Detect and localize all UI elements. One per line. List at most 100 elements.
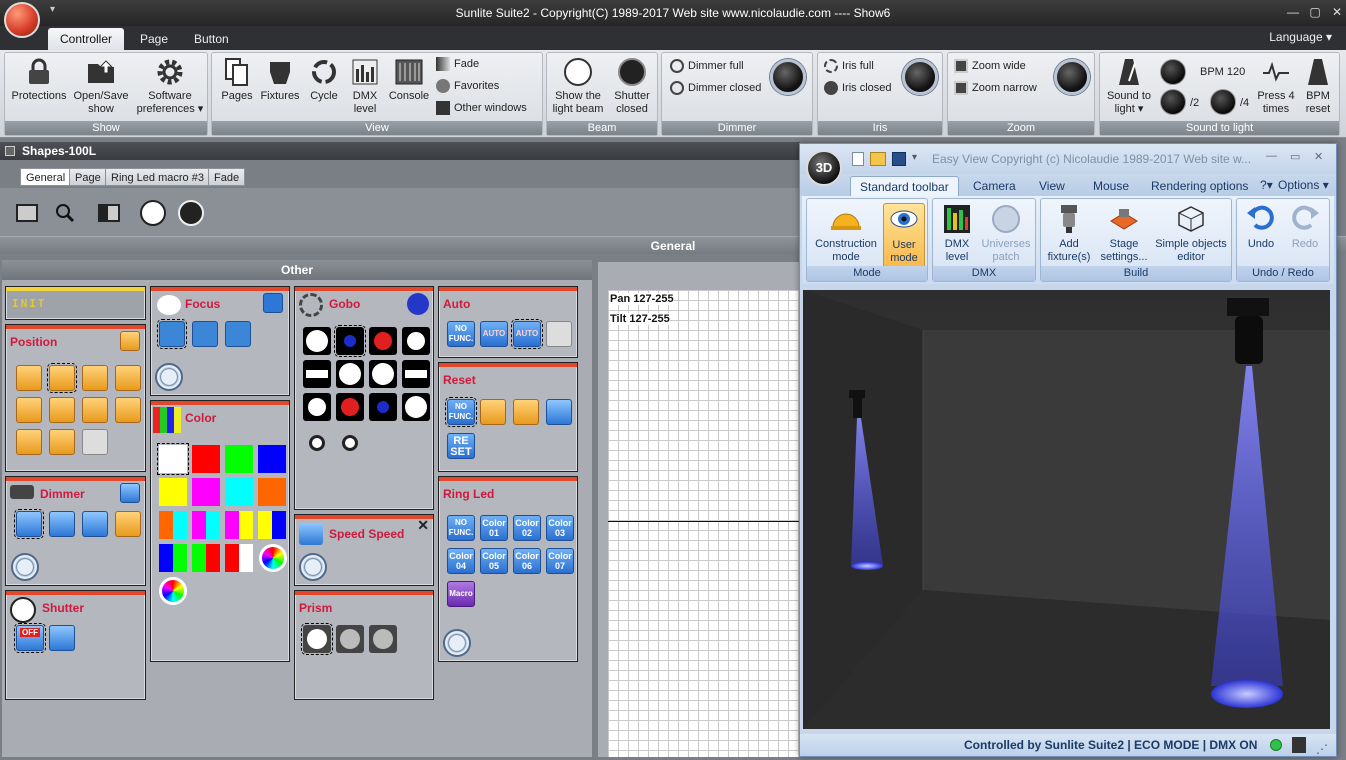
iris-knob[interactable] [902, 59, 938, 95]
quick-access-arrow[interactable]: ▾ [912, 152, 917, 163]
gobo-rotate-icon[interactable] [407, 293, 429, 315]
reset-tilt-icon[interactable] [513, 399, 539, 425]
prism-3b-icon[interactable] [369, 625, 397, 653]
gobo-pattern-icon[interactable] [402, 393, 430, 421]
easy-view-logo[interactable]: 3D [806, 150, 842, 186]
minimize-icon[interactable]: — [1266, 150, 1277, 162]
shutter-closed-button[interactable]: Shutter closed [607, 57, 657, 116]
close-icon[interactable]: ✕ [1314, 150, 1323, 163]
vertical-shape-icon[interactable] [16, 429, 42, 455]
tab-rendering-options[interactable]: Rendering options [1142, 176, 1257, 196]
center-shape-icon[interactable] [47, 363, 77, 393]
layout-icon[interactable] [94, 198, 124, 228]
color-swatch[interactable] [258, 478, 286, 506]
bpm-dot-button[interactable] [1160, 59, 1186, 85]
gobo-pattern-icon[interactable] [303, 393, 331, 421]
init-button[interactable]: INIT [12, 297, 47, 310]
protections-button[interactable]: Protections [9, 57, 69, 103]
dimmer-level-2-icon[interactable] [49, 511, 75, 537]
tab-standard-toolbar[interactable]: Standard toolbar [850, 176, 959, 196]
restore-icon[interactable]: ▭ [1290, 150, 1300, 163]
new-file-icon[interactable] [852, 152, 864, 166]
reset-all-button[interactable]: RE SET [447, 433, 475, 459]
universes-patch-button[interactable]: Universes patch [979, 203, 1033, 264]
gobo-pattern-icon[interactable] [336, 393, 364, 421]
simple-objects-editor-button[interactable]: Simple objects editor [1153, 203, 1229, 264]
gobo-shake-icon[interactable] [303, 429, 331, 457]
color-split-swatch[interactable] [192, 511, 220, 539]
favorites-button[interactable]: Favorites [436, 79, 499, 93]
ring-led-macro-button[interactable]: Macro [447, 581, 475, 607]
stage-settings-button[interactable]: Stage settings... [1097, 203, 1151, 264]
dmx-level-button[interactable]: DMX level [937, 203, 977, 264]
page-tab-ring-led-macro[interactable]: Ring Led macro #3 [105, 168, 210, 186]
search-icon[interactable] [50, 198, 80, 228]
ring-led-color-button[interactable]: Color 03 [546, 515, 574, 541]
s-shape-icon[interactable] [115, 365, 141, 391]
cycle-button[interactable]: Cycle [304, 57, 344, 103]
zoom-knob[interactable] [1054, 59, 1090, 95]
shutter-closed-small-button[interactable] [176, 198, 206, 228]
shutter-open-icon[interactable] [49, 625, 75, 651]
dimmer-knob[interactable] [770, 59, 806, 95]
color-swatch[interactable] [157, 443, 189, 475]
bpm-reset-button[interactable]: BPM reset [1298, 57, 1338, 116]
other-windows-button[interactable]: Other windows [436, 101, 527, 115]
position-star-icon[interactable] [120, 331, 140, 351]
color-split-swatch[interactable] [225, 511, 253, 539]
open-save-show-button[interactable]: Open/Save show [71, 57, 131, 116]
shutter-off-button[interactable]: OFF [14, 623, 46, 653]
dimmer-closed-button[interactable]: Dimmer closed [670, 81, 761, 95]
tab-button[interactable]: Button [182, 28, 241, 50]
horizontal-shape-icon[interactable] [82, 397, 108, 423]
auto-2-button[interactable]: AUTO [511, 319, 543, 349]
wave-shape-icon[interactable] [16, 397, 42, 423]
focus-dial[interactable] [155, 363, 183, 391]
pan-tilt-grid[interactable] [608, 290, 800, 757]
color-split-swatch[interactable] [192, 544, 220, 572]
close-icon[interactable]: ✕ [1326, 3, 1346, 21]
dimmer-strobe-icon[interactable] [115, 511, 141, 537]
options-menu[interactable]: Options ▾ [1278, 178, 1329, 192]
tab-page[interactable]: Page [128, 28, 180, 50]
page-tab-page[interactable]: Page [69, 168, 107, 186]
tab-camera[interactable]: Camera [964, 176, 1025, 196]
color-swatch[interactable] [192, 445, 220, 473]
rings-shape-icon[interactable] [82, 365, 108, 391]
ring-led-color-button[interactable]: Color 04 [447, 548, 475, 574]
color-wheel-icon[interactable] [259, 544, 287, 572]
dimmer-dial[interactable] [11, 553, 39, 581]
color-split-swatch[interactable] [225, 544, 253, 572]
page-tab-general[interactable]: General [20, 168, 72, 186]
focus-3-icon[interactable] [225, 321, 251, 347]
gobo-pattern-icon[interactable] [402, 327, 430, 355]
color-swatch[interactable] [225, 445, 253, 473]
help-button[interactable]: ?▾ [1260, 178, 1273, 192]
color-swatch[interactable] [225, 478, 253, 506]
ring-led-color-button[interactable]: Color 07 [546, 548, 574, 574]
undo-button[interactable]: Undo [1241, 203, 1281, 251]
reset-pan-icon[interactable] [480, 399, 506, 425]
focus-2-icon[interactable] [192, 321, 218, 347]
ring-led-color-button[interactable]: Color 05 [480, 548, 508, 574]
gobo-pattern-icon[interactable] [334, 325, 366, 357]
ring-led-dial[interactable] [443, 629, 471, 657]
show-beam-button[interactable]: Show the light beam [549, 57, 607, 116]
dimmer-level-3-icon[interactable] [82, 511, 108, 537]
close-icon[interactable]: ✕ [417, 517, 429, 534]
construction-mode-button[interactable]: Construction mode [811, 203, 881, 264]
gobo-shake-icon[interactable] [336, 429, 364, 457]
gobo-pattern-icon[interactable] [402, 360, 430, 388]
redo-button[interactable]: Redo [1285, 203, 1325, 251]
page-tab-fade[interactable]: Fade [208, 168, 246, 186]
add-fixtures-button[interactable]: Add fixture(s) [1043, 203, 1095, 264]
gobo-pattern-icon[interactable] [369, 360, 397, 388]
gobo-pattern-icon[interactable] [303, 327, 331, 355]
dimmer-level-1-icon[interactable] [14, 509, 44, 539]
fade-button[interactable]: Fade [436, 57, 479, 71]
reset-move-icon[interactable] [546, 399, 572, 425]
ring-led-color-button[interactable]: Color 06 [513, 548, 541, 574]
software-preferences-button[interactable]: Software preferences ▾ [135, 57, 205, 116]
eight-shape-icon[interactable] [49, 397, 75, 423]
sound-to-light-button[interactable]: Sound to light ▾ [1102, 57, 1156, 116]
